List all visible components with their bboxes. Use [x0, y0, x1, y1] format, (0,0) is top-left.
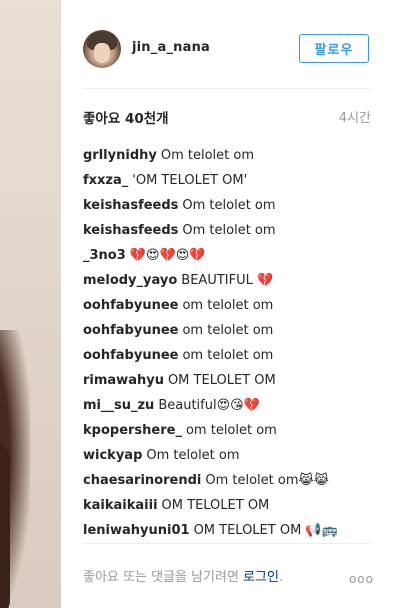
comment-username[interactable]: chaesarinorendi	[83, 473, 201, 488]
comment-text: 💔😍💔😍💔	[129, 248, 206, 263]
comment-username[interactable]: leniwahyuni01	[83, 523, 190, 538]
comment-username[interactable]: mi__su_zu	[83, 398, 154, 413]
comment-text: om telolet om	[182, 298, 274, 313]
comment-username[interactable]: keishasfeeds	[83, 198, 178, 213]
comment-text: OM TELOLET OM	[161, 498, 270, 513]
comment-item: kpopershere_ om telolet om	[83, 421, 373, 446]
comment-item: mi__su_zu Beautiful😍😘💔	[83, 396, 373, 421]
login-link[interactable]: 로그인	[243, 570, 279, 585]
avatar[interactable]	[83, 30, 121, 68]
post-side-panel: jin_a_nana 팔로우 좋아요 40천개 4시간 grllynidhy Om…	[61, 0, 404, 608]
header-divider	[83, 88, 371, 89]
post-time[interactable]: 4시간	[339, 107, 371, 126]
comment-username[interactable]: oohfabyunee	[83, 298, 178, 313]
comment-item: melody_yayo BEAUTIFUL 💔	[83, 271, 373, 296]
comment-username[interactable]: oohfabyunee	[83, 323, 178, 338]
comment-item: kaikaikaiii OM TELOLET OM	[83, 496, 373, 521]
comment-item: oohfabyunee om telolet om	[83, 296, 373, 321]
comment-text: om telolet om	[185, 423, 277, 438]
comment-username[interactable]: oohfabyunee	[83, 348, 178, 363]
more-options-icon[interactable]: ooo	[349, 572, 374, 586]
comment-item: oohfabyunee om telolet om	[83, 321, 373, 346]
avatar-face	[94, 43, 110, 63]
comment-text: Om telolet om	[160, 148, 255, 163]
comment-item: keishasfeeds Om telolet om	[83, 221, 373, 246]
username-link[interactable]: jin_a_nana	[132, 40, 210, 55]
comment-item: _3no3 💔😍💔😍💔	[83, 246, 373, 271]
comment-item: grllynidhy Om telolet om	[83, 146, 373, 171]
comment-username[interactable]: grllynidhy	[83, 148, 157, 163]
photo-figure-detail	[0, 440, 10, 608]
comment-item: keishasfeeds Om telolet om	[83, 196, 373, 221]
comment-username[interactable]: keishasfeeds	[83, 223, 178, 238]
comment-username[interactable]: _3no3	[83, 248, 126, 263]
comment-username[interactable]: kpopershere_	[83, 423, 182, 438]
post-header: jin_a_nana 팔로우	[61, 0, 404, 90]
comment-text: OM TELOLET OM 📢🚌	[193, 523, 338, 538]
footer-divider	[83, 543, 371, 544]
comment-list: grllynidhy Om telolet om fxxza_ 'OM TELOLET…	[83, 146, 373, 546]
comment-username[interactable]: fxxza_	[83, 173, 128, 188]
comment-item: chaesarinorendi Om telolet om😹😹	[83, 471, 373, 496]
comment-text: BEAUTIFUL 💔	[181, 273, 274, 288]
post-photo	[0, 0, 61, 608]
comment-item: rimawahyu OM TELOLET OM	[83, 371, 373, 396]
comment-text: Beautiful😍😘💔	[158, 398, 260, 413]
comment-text: Om telolet om	[146, 448, 240, 463]
comment-username[interactable]: wickyap	[83, 448, 142, 463]
comment-text: Om telolet om😹😹	[205, 473, 329, 488]
comment-item: oohfabyunee om telolet om	[83, 346, 373, 371]
comment-item: fxxza_ 'OM TELOLET OM'	[83, 171, 373, 196]
comment-text: Om telolet om	[182, 223, 276, 238]
comment-username[interactable]: melody_yayo	[83, 273, 177, 288]
comment-username[interactable]: kaikaikaiii	[83, 498, 158, 513]
comment-text: 'OM TELOLET OM'	[132, 173, 248, 188]
comment-text: Om telolet om	[182, 198, 276, 213]
login-prompt: 좋아요 또는 댓글을 남기려면 로그인.	[83, 566, 373, 585]
login-prompt-text: 좋아요 또는 댓글을 남기려면	[83, 570, 244, 585]
likes-count[interactable]: 좋아요 40천개	[83, 107, 169, 127]
comment-username[interactable]: rimawahyu	[83, 373, 164, 388]
follow-button[interactable]: 팔로우	[299, 34, 369, 63]
login-prompt-suffix: .	[278, 570, 284, 585]
comment-text: om telolet om	[182, 348, 274, 363]
comment-text: OM TELOLET OM	[167, 373, 276, 388]
comment-text: om telolet om	[182, 323, 274, 338]
comment-item: wickyap Om telolet om	[83, 446, 373, 471]
